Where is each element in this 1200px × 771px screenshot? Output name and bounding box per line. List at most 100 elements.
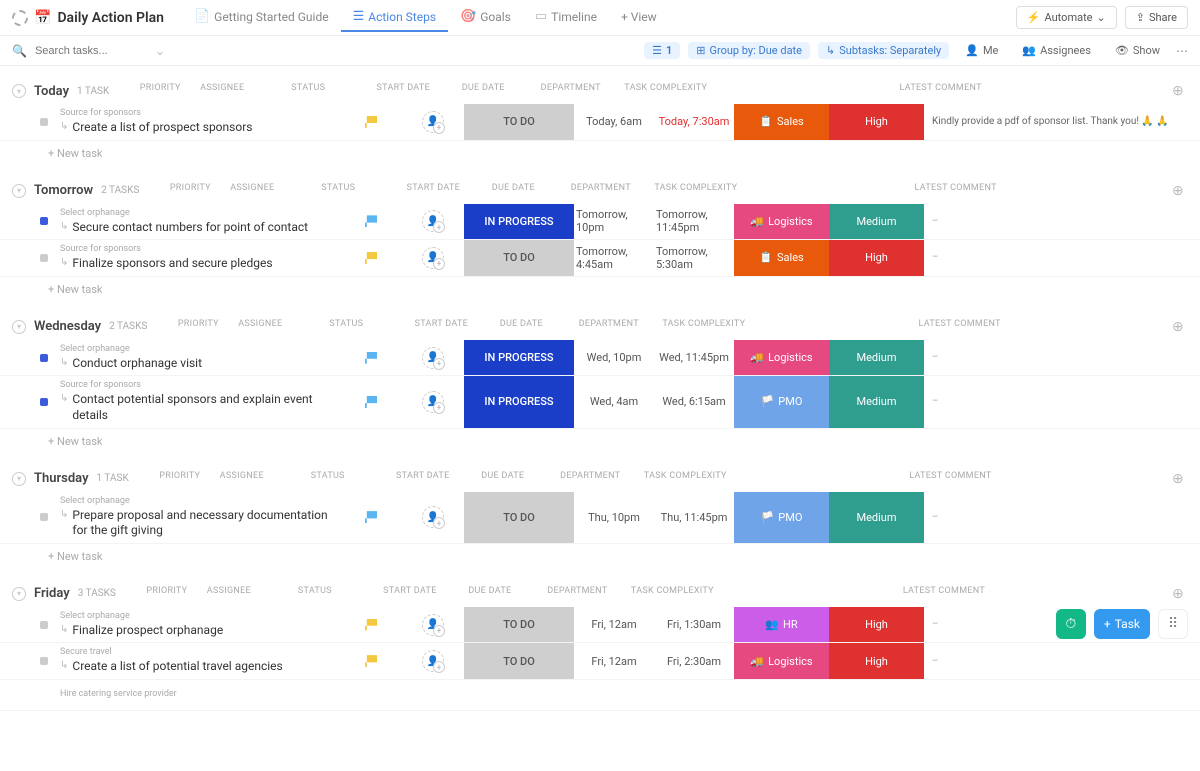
priority-cell[interactable]: [340, 340, 402, 376]
priority-cell[interactable]: [340, 104, 402, 140]
priority-cell[interactable]: [340, 240, 402, 276]
new-task-button[interactable]: + New task: [0, 277, 1200, 302]
search-input[interactable]: [35, 45, 135, 57]
filter-pill[interactable]: ☰1: [644, 42, 680, 59]
task-title[interactable]: ↳Secure contact numbers for point of con…: [60, 220, 340, 236]
collapse-toggle[interactable]: ▾: [12, 184, 26, 198]
assignee-cell[interactable]: 👤: [402, 643, 464, 679]
start-date-cell[interactable]: Thu, 10pm: [574, 492, 654, 543]
task-row[interactable]: Select orphanage ↳Prepare proposal and n…: [0, 492, 1200, 544]
task-row[interactable]: Secure travel ↳Create a list of potentia…: [0, 643, 1200, 680]
add-column-button[interactable]: ⊕: [1168, 319, 1188, 335]
status-cell[interactable]: TO DO: [464, 240, 574, 276]
due-date-cell[interactable]: Fri, 1:30am: [654, 607, 734, 643]
status-cell[interactable]: IN PROGRESS: [464, 340, 574, 376]
department-cell[interactable]: [734, 680, 829, 710]
show-pill[interactable]: 👁Show: [1107, 42, 1168, 59]
status-dot[interactable]: [40, 398, 48, 406]
assignee-cell[interactable]: [402, 680, 464, 710]
comment-cell[interactable]: –: [924, 240, 1180, 276]
assignee-cell[interactable]: 👤: [402, 340, 464, 376]
start-date-cell[interactable]: Wed, 4am: [574, 376, 654, 427]
priority-cell[interactable]: [340, 492, 402, 543]
complexity-cell[interactable]: High: [829, 607, 924, 643]
department-cell[interactable]: 👥 HR: [734, 607, 829, 643]
status-cell[interactable]: TO DO: [464, 643, 574, 679]
more-icon[interactable]: ⋯: [1176, 44, 1188, 58]
new-task-button[interactable]: + New task: [0, 544, 1200, 569]
complexity-cell[interactable]: Medium: [829, 204, 924, 240]
task-row[interactable]: Select orphanage ↳Secure contact numbers…: [0, 204, 1200, 241]
start-date-cell[interactable]: Wed, 10pm: [574, 340, 654, 376]
task-row[interactable]: Source for sponsors ↳Finalize sponsors a…: [0, 240, 1200, 277]
task-title[interactable]: ↳Create a list of potential travel agenc…: [60, 659, 340, 675]
complexity-cell[interactable]: Medium: [829, 376, 924, 427]
complexity-cell[interactable]: High: [829, 240, 924, 276]
comment-cell[interactable]: [924, 680, 1180, 710]
add-column-button[interactable]: ⊕: [1168, 471, 1188, 487]
task-row[interactable]: Source for sponsors ↳Create a list of pr…: [0, 104, 1200, 141]
status-dot[interactable]: [40, 621, 48, 629]
assignee-cell[interactable]: 👤: [402, 240, 464, 276]
assignees-pill[interactable]: 👥Assignees: [1014, 42, 1099, 59]
status-dot[interactable]: [40, 217, 48, 225]
start-date-cell[interactable]: Fri, 12am: [574, 607, 654, 643]
task-row[interactable]: Select orphanage ↳Finalize prospect orph…: [0, 607, 1200, 644]
priority-cell[interactable]: [340, 643, 402, 679]
task-title[interactable]: ↳Create a list of prospect sponsors: [60, 120, 340, 136]
task-title[interactable]: ↳Prepare proposal and necessary document…: [60, 508, 340, 539]
start-date-cell[interactable]: Tomorrow, 10pm: [574, 204, 654, 240]
comment-cell[interactable]: Kindly provide a pdf of sponsor list. Th…: [924, 104, 1180, 140]
complexity-cell[interactable]: Medium: [829, 492, 924, 543]
tab-goals[interactable]: 🎯Goals: [448, 3, 523, 32]
groupby-pill[interactable]: ⊞Group by: Due date: [688, 42, 810, 59]
start-date-cell[interactable]: Fri, 12am: [574, 643, 654, 679]
department-cell[interactable]: 📋 Sales: [734, 104, 829, 140]
tab-timeline[interactable]: ▭Timeline: [523, 3, 609, 32]
complexity-cell[interactable]: High: [829, 104, 924, 140]
task-title[interactable]: ↳Finalize prospect orphanage: [60, 623, 340, 639]
task-title[interactable]: ↳Finalize sponsors and secure pledges: [60, 256, 340, 272]
start-date-cell[interactable]: [574, 680, 654, 710]
assignee-cell[interactable]: 👤: [402, 492, 464, 543]
priority-cell[interactable]: [340, 204, 402, 240]
department-cell[interactable]: 🏳️ PMO: [734, 376, 829, 427]
comment-cell[interactable]: –: [924, 492, 1180, 543]
status-dot[interactable]: [40, 513, 48, 521]
record-button[interactable]: ⏱: [1056, 609, 1086, 639]
tab-getting-started[interactable]: 📄Getting Started Guide: [182, 3, 341, 32]
due-date-cell[interactable]: Fri, 2:30am: [654, 643, 734, 679]
share-button[interactable]: ⇪Share: [1125, 6, 1188, 29]
department-cell[interactable]: 🚚 Logistics: [734, 340, 829, 376]
new-task-button[interactable]: + New task: [0, 429, 1200, 454]
new-task-fab[interactable]: +Task: [1094, 609, 1150, 639]
collapse-toggle[interactable]: ▾: [12, 84, 26, 98]
status-dot[interactable]: [40, 354, 48, 362]
status-cell[interactable]: IN PROGRESS: [464, 376, 574, 427]
task-title[interactable]: ↳Conduct orphanage visit: [60, 356, 340, 372]
add-column-button[interactable]: ⊕: [1168, 83, 1188, 99]
task-row[interactable]: Select orphanage ↳Conduct orphanage visi…: [0, 340, 1200, 377]
collapse-toggle[interactable]: ▾: [12, 320, 26, 334]
comment-cell[interactable]: –: [924, 340, 1180, 376]
comment-cell[interactable]: –: [924, 204, 1180, 240]
due-date-cell[interactable]: Today, 7:30am: [654, 104, 734, 140]
add-column-button[interactable]: ⊕: [1168, 586, 1188, 602]
due-date-cell[interactable]: Wed, 6:15am: [654, 376, 734, 427]
task-row[interactable]: Source for sponsors ↳Contact potential s…: [0, 376, 1200, 428]
status-cell[interactable]: TO DO: [464, 104, 574, 140]
priority-cell[interactable]: [340, 607, 402, 643]
comment-cell[interactable]: –: [924, 376, 1180, 427]
me-pill[interactable]: 👤Me: [957, 42, 1006, 59]
due-date-cell[interactable]: Tomorrow, 11:45pm: [654, 204, 734, 240]
department-cell[interactable]: 🏳️ PMO: [734, 492, 829, 543]
assignee-cell[interactable]: 👤: [402, 204, 464, 240]
due-date-cell[interactable]: Tomorrow, 5:30am: [654, 240, 734, 276]
new-task-button[interactable]: + New task: [0, 141, 1200, 166]
task-title[interactable]: ↳Contact potential sponsors and explain …: [60, 392, 340, 423]
complexity-cell[interactable]: High: [829, 643, 924, 679]
assignee-cell[interactable]: 👤: [402, 376, 464, 427]
due-date-cell[interactable]: Thu, 11:45pm: [654, 492, 734, 543]
complexity-cell[interactable]: Medium: [829, 340, 924, 376]
add-view-button[interactable]: + View: [609, 3, 669, 32]
